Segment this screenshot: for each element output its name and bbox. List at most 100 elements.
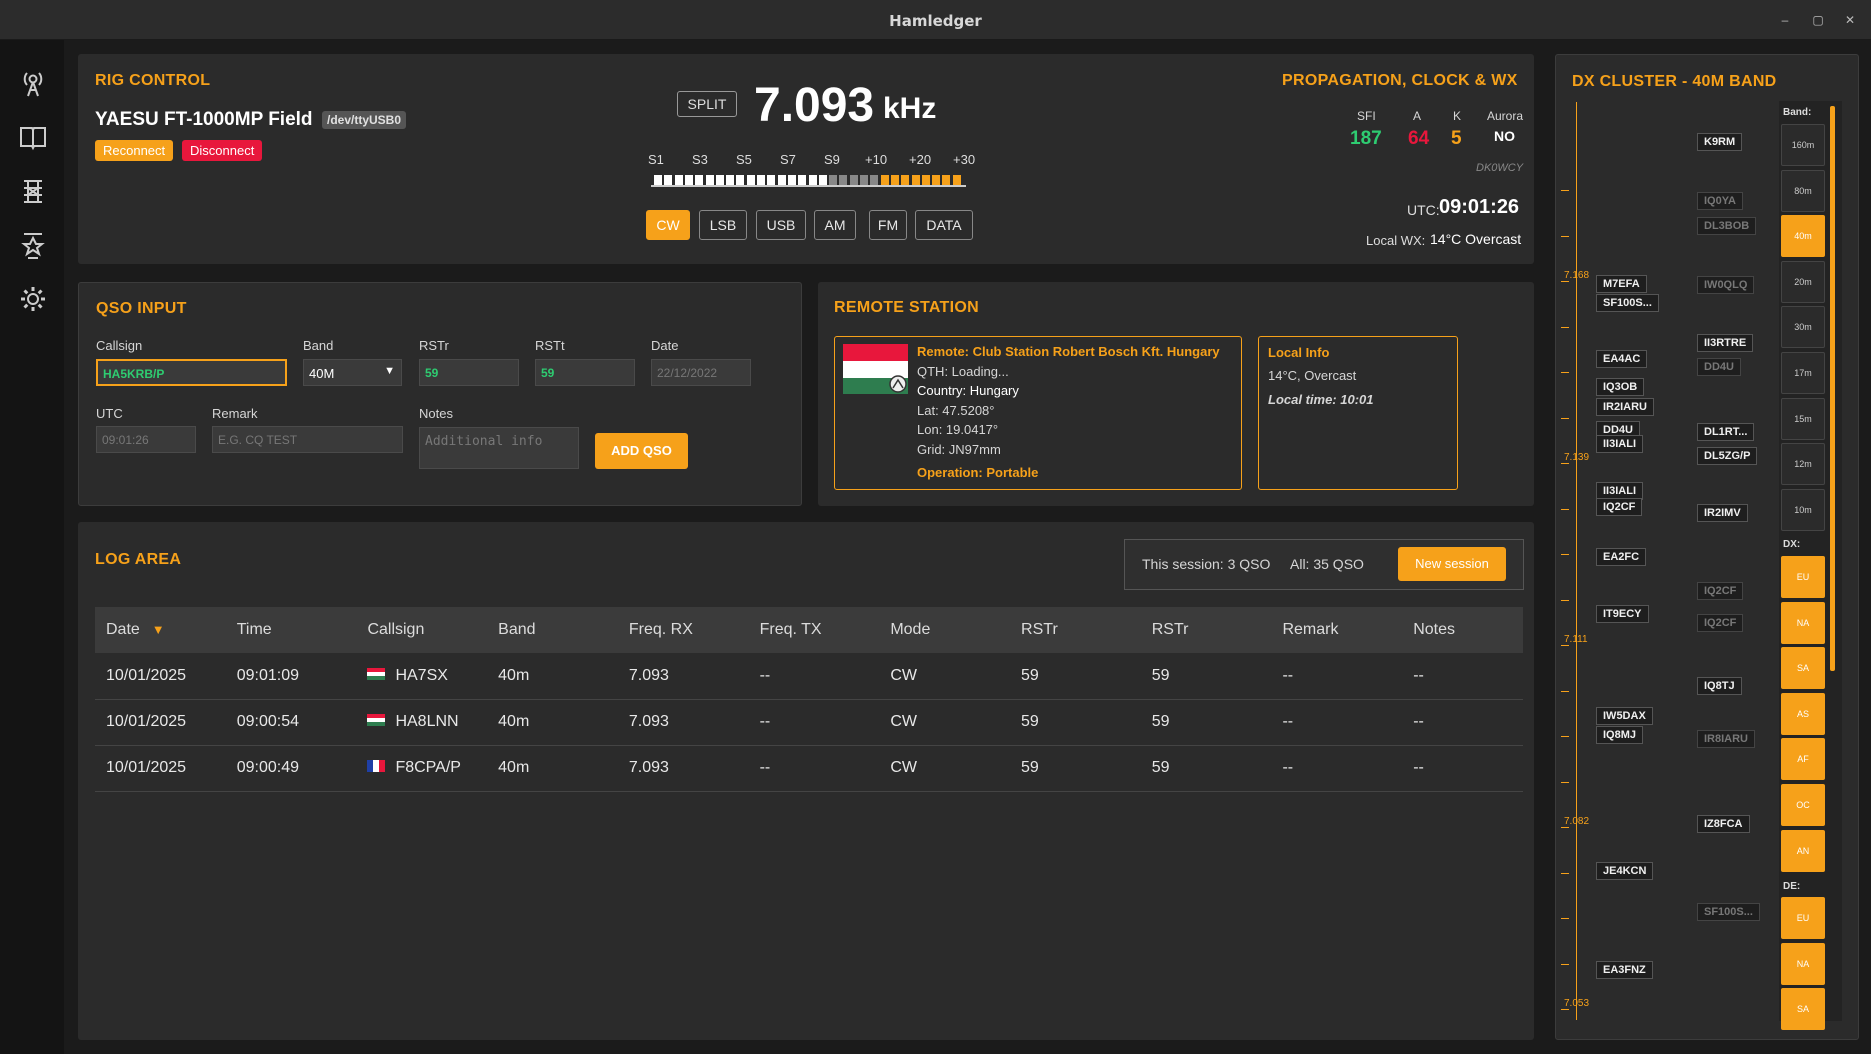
band-filter-17m[interactable]: 17m: [1781, 352, 1825, 394]
mode-button-cw[interactable]: CW: [646, 210, 690, 240]
rstr-input[interactable]: 59: [419, 359, 519, 386]
dx-spot[interactable]: IQ2CF: [1697, 582, 1744, 600]
dx-spot[interactable]: IQ0YA: [1697, 192, 1744, 210]
dx-continent-na[interactable]: NA: [1781, 601, 1825, 644]
dx-continent-oc[interactable]: OC: [1781, 784, 1825, 826]
dx-spot[interactable]: IQ8TJ: [1697, 677, 1742, 695]
dx-spot[interactable]: M7EFA: [1596, 275, 1647, 293]
dx-spot[interactable]: IR2IARU: [1596, 398, 1655, 416]
notes-textarea[interactable]: Additional info: [419, 427, 579, 469]
meter-cell: [705, 175, 714, 185]
dx-spot[interactable]: DL1RT...: [1697, 423, 1755, 441]
mode-button-usb[interactable]: USB: [756, 210, 806, 240]
dx-spot[interactable]: IQ2CF: [1596, 498, 1643, 516]
dx-spot[interactable]: IW0QLQ: [1697, 276, 1755, 294]
settings-icon[interactable]: [18, 284, 48, 314]
cluster-tower-icon[interactable]: [18, 176, 48, 206]
logbook-icon[interactable]: [18, 122, 48, 152]
antenna-icon[interactable]: [18, 68, 48, 98]
column-header-date[interactable]: Date ▼: [95, 607, 226, 653]
dx-continent-af[interactable]: AF: [1781, 738, 1825, 781]
band-filter-40m[interactable]: 40m: [1781, 215, 1825, 258]
dx-spot[interactable]: II3RTRE: [1697, 334, 1754, 352]
remark-input[interactable]: E.G. CQ TEST: [212, 426, 403, 453]
dx-spot[interactable]: JE4KCN: [1596, 862, 1654, 880]
band-filter-10m[interactable]: 10m: [1781, 488, 1825, 531]
dx-spot[interactable]: DL3BOB: [1697, 217, 1757, 235]
dx-spot[interactable]: SF100S...: [1596, 294, 1659, 312]
de-continent-sa[interactable]: SA: [1781, 988, 1825, 1031]
band-filter-30m[interactable]: 30m: [1781, 306, 1825, 349]
cell-value: F8CPA/P: [395, 759, 461, 776]
dx-spot[interactable]: IR8IARU: [1697, 730, 1756, 748]
sort-desc-icon[interactable]: ▼: [152, 622, 165, 637]
column-header-label: Mode: [890, 621, 931, 638]
meter-cell: [787, 175, 796, 185]
cell-callsign: HA8LNN: [356, 699, 488, 746]
mode-button-am[interactable]: AM: [814, 210, 856, 240]
dx-spot[interactable]: DD4U: [1697, 358, 1741, 376]
meter-cell: [715, 175, 724, 185]
band-filter-20m[interactable]: 20m: [1781, 260, 1825, 303]
new-session-button[interactable]: New session: [1398, 547, 1506, 581]
dx-spot[interactable]: IW5DAX: [1596, 707, 1653, 725]
cell-freq-rx: 7.093: [617, 745, 749, 792]
band-select[interactable]: 40M ▼: [303, 359, 402, 386]
column-header-time[interactable]: Time: [225, 607, 357, 653]
dx-spot[interactable]: K9RM: [1697, 133, 1743, 151]
dx-spot[interactable]: IQ3OB: [1596, 378, 1645, 396]
disconnect-button[interactable]: Disconnect: [182, 140, 263, 161]
dx-spot[interactable]: IT9ECY: [1596, 605, 1649, 623]
cell-mode: CW: [879, 745, 1011, 792]
de-continent-eu[interactable]: EU: [1781, 897, 1825, 939]
meter-cell: [726, 175, 735, 185]
band-filter-12m[interactable]: 12m: [1781, 443, 1825, 486]
close-icon[interactable]: ✕: [1840, 10, 1860, 30]
minimize-icon[interactable]: –: [1775, 10, 1795, 30]
dx-spot[interactable]: IQ2CF: [1697, 614, 1744, 632]
add-qso-button[interactable]: ADD QSO: [595, 433, 688, 469]
dx-spot[interactable]: II3IALI: [1596, 435, 1644, 453]
dx-spot[interactable]: DL5ZG/P: [1697, 447, 1758, 465]
column-header-rstr[interactable]: RSTr: [1010, 607, 1141, 653]
dx-continent-as[interactable]: AS: [1781, 692, 1825, 735]
column-header-callsign[interactable]: Callsign: [356, 607, 488, 653]
maximize-icon[interactable]: ▢: [1808, 10, 1828, 30]
split-button[interactable]: SPLIT: [677, 91, 737, 117]
de-continent-na[interactable]: NA: [1781, 942, 1825, 985]
dx-spot[interactable]: EA2FC: [1596, 548, 1647, 566]
callsign-input[interactable]: HA5KRB/P: [96, 359, 287, 386]
band-filter-80m[interactable]: 80m: [1781, 169, 1825, 212]
dx-spot[interactable]: IR2IMV: [1697, 504, 1748, 522]
band-filter-15m[interactable]: 15m: [1781, 397, 1825, 440]
table-row[interactable]: 10/01/2025 09:01:09 HA7SX 40m 7.093 -- CW 59 59 -…: [95, 653, 1523, 700]
all-count: All: 35 QSO: [1290, 556, 1364, 572]
dx-spot[interactable]: EA4AC: [1596, 350, 1648, 368]
utc-input[interactable]: 09:01:26: [96, 426, 196, 453]
mode-button-fm[interactable]: FM: [869, 210, 907, 240]
mode-button-data[interactable]: DATA: [915, 210, 973, 240]
band-filter-160m[interactable]: 160m: [1781, 124, 1825, 166]
column-header-notes[interactable]: Notes: [1402, 607, 1523, 653]
mode-button-lsb[interactable]: LSB: [699, 210, 747, 240]
band-filter-scrollbar[interactable]: [1830, 106, 1835, 671]
rstt-input[interactable]: 59: [535, 359, 635, 386]
dx-continent-sa[interactable]: SA: [1781, 647, 1825, 690]
column-header-rstr[interactable]: RSTr: [1140, 607, 1272, 653]
column-header-freq-rx[interactable]: Freq. RX: [617, 607, 749, 653]
dx-spot[interactable]: SF100S...: [1697, 903, 1760, 921]
dx-spot[interactable]: IQ8MJ: [1596, 726, 1644, 744]
dx-spot[interactable]: EA3FNZ: [1596, 961, 1653, 979]
column-header-band[interactable]: Band: [487, 607, 618, 653]
dx-continent-eu[interactable]: EU: [1781, 556, 1825, 598]
column-header-freq-tx[interactable]: Freq. TX: [748, 607, 880, 653]
table-row[interactable]: 10/01/2025 09:00:49 F8CPA/P 40m 7.093 -- CW 59 5…: [95, 745, 1523, 792]
column-header-remark[interactable]: Remark: [1271, 607, 1403, 653]
date-input[interactable]: 22/12/2022: [651, 359, 751, 386]
award-icon[interactable]: [18, 230, 48, 260]
table-row[interactable]: 10/01/2025 09:00:54 HA8LNN 40m 7.093 -- CW 59 59…: [95, 699, 1523, 746]
dx-spot[interactable]: IZ8FCA: [1697, 815, 1750, 833]
reconnect-button[interactable]: Reconnect: [95, 140, 174, 161]
column-header-mode[interactable]: Mode: [879, 607, 1011, 653]
dx-continent-an[interactable]: AN: [1781, 829, 1825, 872]
